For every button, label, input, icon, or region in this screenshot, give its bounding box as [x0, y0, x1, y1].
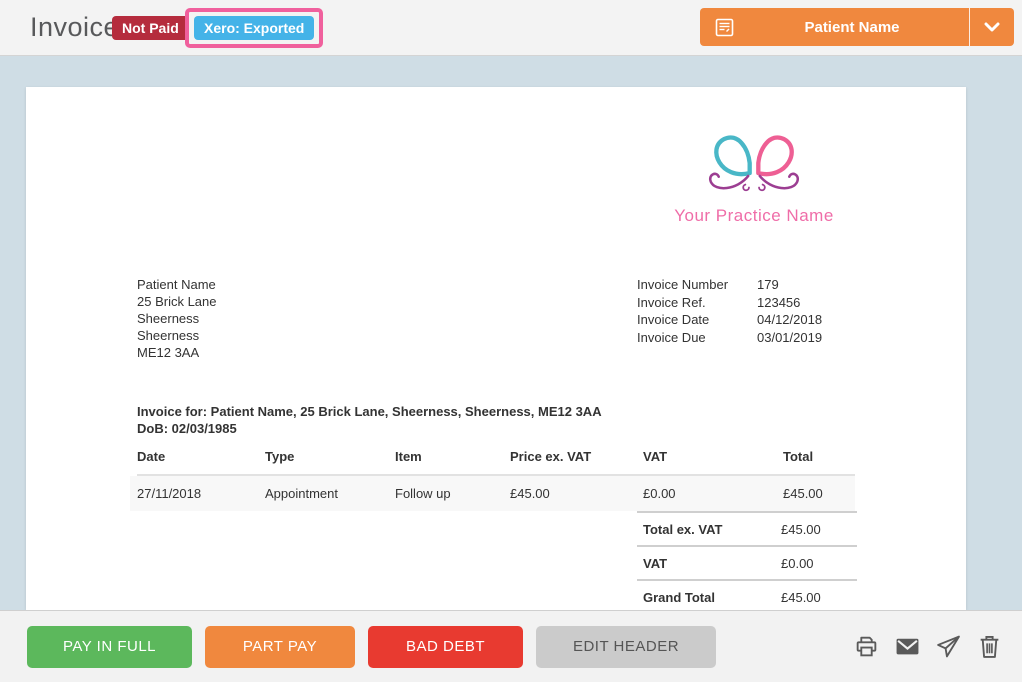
invoice-for-line: Invoice for: Patient Name, 25 Brick Lane… [137, 403, 602, 420]
invoice-page: Invoice Not Paid Xero: Exported Patient … [0, 0, 1022, 682]
cell-type: Appointment [265, 486, 395, 501]
page-title: Invoice [30, 12, 119, 43]
part-pay-button[interactable]: PART PAY [205, 626, 355, 668]
address-line: ME12 3AA [137, 344, 217, 361]
address-line: Sheerness [137, 310, 217, 327]
total-label: VAT [643, 556, 667, 571]
totals-section: Total ex. VAT £45.00 VAT £0.00 Grand Tot… [637, 511, 857, 613]
column-header: Total [783, 449, 855, 464]
meta-row: Invoice Number 179 [637, 276, 822, 294]
xero-status-badge: Xero: Exported [194, 16, 314, 40]
meta-row: Invoice Due 03/01/2019 [637, 329, 822, 347]
total-value: £0.00 [781, 556, 814, 571]
column-header: VAT [643, 449, 783, 464]
email-icon[interactable] [894, 634, 920, 660]
cell-vat: £0.00 [643, 486, 783, 501]
practice-logo: Your Practice Name [654, 127, 854, 226]
dob-line: DoB: 02/03/1985 [137, 420, 602, 437]
invoice-for-block: Invoice for: Patient Name, 25 Brick Lane… [137, 403, 602, 437]
column-header: Item [395, 449, 510, 464]
top-bar: Invoice Not Paid Xero: Exported Patient … [0, 0, 1022, 56]
address-line: Sheerness [137, 327, 217, 344]
status-badge: Not Paid [112, 16, 189, 40]
address-line: Patient Name [137, 276, 217, 293]
column-header: Date [137, 449, 265, 464]
meta-value: 179 [757, 276, 779, 294]
invoice-meta: Invoice Number 179 Invoice Ref. 123456 I… [637, 276, 822, 346]
meta-value: 123456 [757, 294, 800, 312]
meta-value: 04/12/2018 [757, 311, 822, 329]
action-toolbar: PAY IN FULL PART PAY BAD DEBT EDIT HEADE… [0, 610, 1022, 682]
table-row: 27/11/2018 Appointment Follow up £45.00 … [130, 476, 855, 511]
meta-row: Invoice Date 04/12/2018 [637, 311, 822, 329]
bad-debt-button[interactable]: BAD DEBT [368, 626, 523, 668]
delete-icon[interactable] [976, 634, 1002, 660]
patient-name-button-label: Patient Name [735, 19, 969, 36]
practice-name: Your Practice Name [654, 206, 854, 226]
total-row: Grand Total £45.00 [637, 579, 857, 613]
meta-label: Invoice Ref. [637, 294, 757, 312]
recipient-address: Patient Name 25 Brick Lane Sheerness She… [137, 276, 217, 361]
butterfly-logo-icon [684, 127, 824, 199]
meta-label: Invoice Due [637, 329, 757, 347]
pay-in-full-button[interactable]: PAY IN FULL [27, 626, 192, 668]
chevron-down-icon[interactable] [970, 22, 1014, 32]
total-value: £45.00 [781, 522, 821, 537]
patient-notes-icon [714, 17, 735, 38]
line-items-table: Date Type Item Price ex. VAT VAT Total 2… [137, 449, 855, 511]
meta-value: 03/01/2019 [757, 329, 822, 347]
cell-date: 27/11/2018 [137, 486, 265, 501]
meta-label: Invoice Number [637, 276, 757, 294]
total-label: Grand Total [643, 590, 715, 605]
edit-header-button[interactable]: EDIT HEADER [536, 626, 716, 668]
cell-item: Follow up [395, 486, 510, 501]
total-row: Total ex. VAT £45.00 [637, 511, 857, 545]
patient-name-button[interactable]: Patient Name [700, 8, 1014, 46]
column-header: Type [265, 449, 395, 464]
total-label: Total ex. VAT [643, 522, 722, 537]
total-value: £45.00 [781, 590, 821, 605]
xero-highlight-annotation: Xero: Exported [185, 8, 323, 48]
column-header: Price ex. VAT [510, 449, 643, 464]
print-icon[interactable] [853, 634, 879, 660]
address-line: 25 Brick Lane [137, 293, 217, 310]
meta-label: Invoice Date [637, 311, 757, 329]
cell-price: £45.00 [510, 486, 643, 501]
send-icon[interactable] [935, 634, 961, 660]
invoice-document: Your Practice Name Patient Name 25 Brick… [26, 87, 966, 610]
table-header-row: Date Type Item Price ex. VAT VAT Total [137, 449, 855, 476]
cell-total: £45.00 [783, 486, 855, 501]
meta-row: Invoice Ref. 123456 [637, 294, 822, 312]
total-row: VAT £0.00 [637, 545, 857, 579]
toolbar-icons [853, 634, 1002, 660]
